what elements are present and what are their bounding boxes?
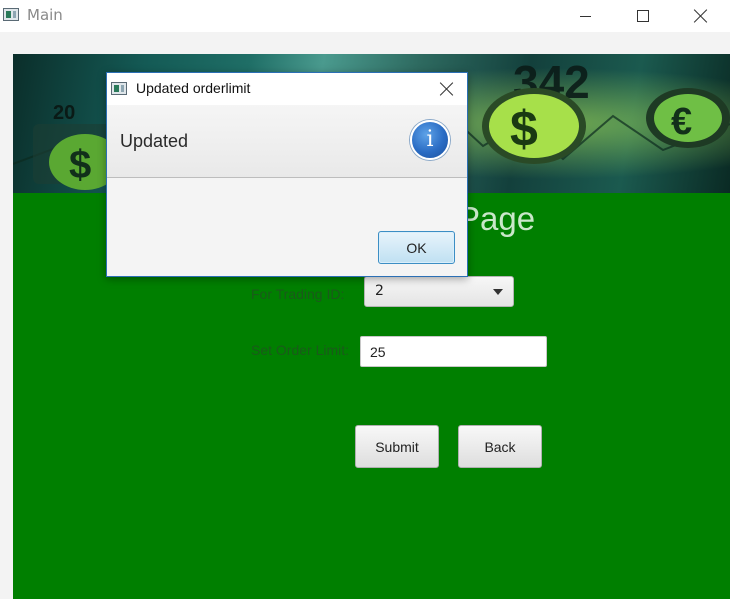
window-title: Main	[27, 6, 63, 24]
order-limit-input[interactable]	[360, 336, 547, 367]
dialog-close-button[interactable]	[427, 73, 467, 105]
minimize-icon	[579, 15, 591, 17]
trading-id-value: 2	[375, 283, 384, 299]
order-limit-label: Set Order Limit:	[251, 342, 350, 358]
minimize-button[interactable]	[556, 0, 614, 32]
banner-dollar-coin: $	[510, 101, 538, 157]
trading-id-select[interactable]: 2	[364, 276, 514, 307]
app-icon	[3, 8, 19, 21]
banner-number: 20	[53, 102, 75, 124]
ok-button[interactable]: OK	[378, 231, 455, 264]
maximize-button[interactable]	[614, 0, 672, 32]
dialog-app-icon	[111, 82, 127, 95]
chevron-down-icon	[493, 289, 503, 295]
banner-euro-coin: €	[671, 101, 692, 143]
maximize-icon	[637, 10, 649, 22]
close-icon	[440, 82, 454, 96]
banner-dollar-left: $	[69, 143, 91, 187]
trading-id-label: For Trading ID:	[251, 286, 345, 302]
dialog-message: Updated	[120, 131, 189, 151]
submit-button[interactable]: Submit	[355, 425, 439, 468]
dialog-title: Updated orderlimit	[136, 80, 251, 96]
dialog-header: Updated i	[107, 105, 467, 178]
window-titlebar: Main	[0, 0, 730, 32]
info-icon: i	[410, 120, 450, 160]
back-button[interactable]: Back	[458, 425, 542, 468]
close-button[interactable]	[672, 0, 730, 32]
dialog-titlebar: Updated orderlimit	[107, 73, 467, 105]
info-dialog: Updated orderlimit Updated i OK	[106, 72, 468, 277]
close-icon	[694, 9, 708, 23]
page-heading: Page	[458, 200, 536, 237]
